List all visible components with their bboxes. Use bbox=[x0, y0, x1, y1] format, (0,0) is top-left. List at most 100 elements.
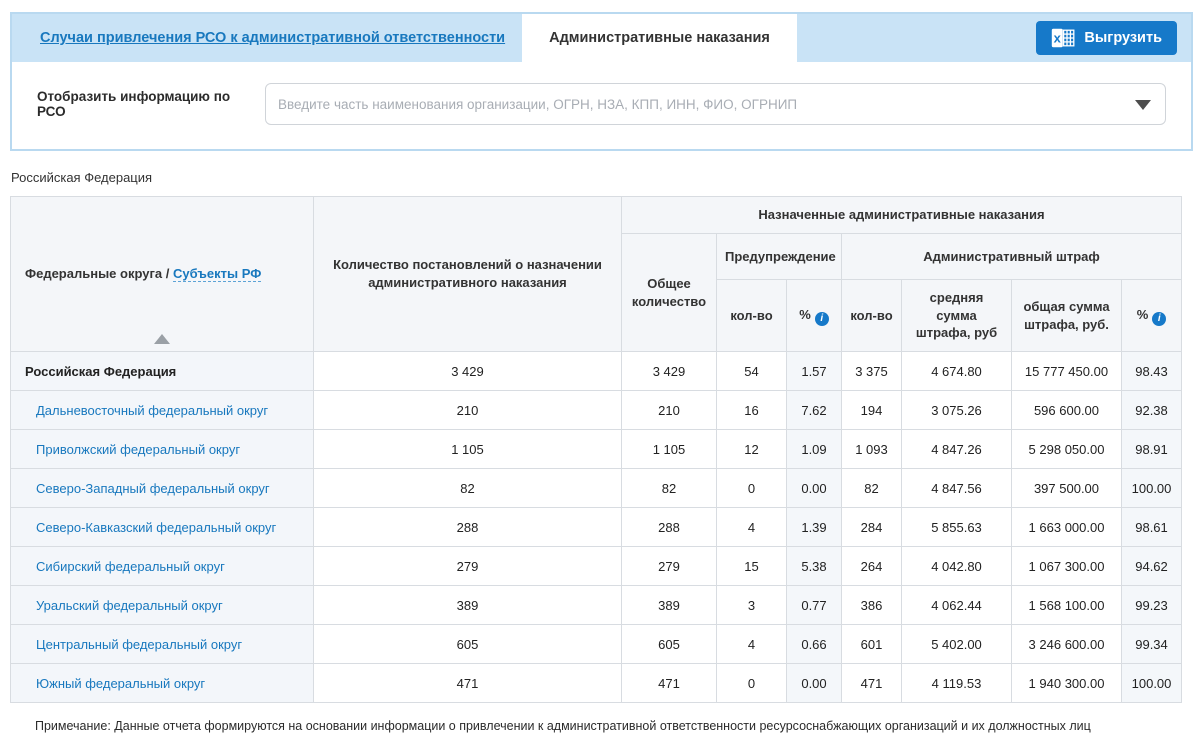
info-icon[interactable] bbox=[815, 312, 829, 326]
region-link[interactable]: Приволжский федеральный округ bbox=[36, 442, 240, 457]
region-cell: Северо-Кавказский федеральный округ bbox=[11, 508, 314, 547]
value-cell: 471 bbox=[842, 664, 902, 703]
region-link[interactable]: Дальневосточный федеральный округ bbox=[36, 403, 268, 418]
region-cell: Приволжский федеральный округ bbox=[11, 430, 314, 469]
filter-panel: Случаи привлечения РСО к административно… bbox=[10, 12, 1193, 151]
excel-icon: x bbox=[1051, 28, 1075, 48]
rso-filter-label: Отобразить информацию по РСО bbox=[37, 89, 265, 119]
value-cell: 1.57 bbox=[787, 352, 842, 391]
export-button[interactable]: x Выгрузить bbox=[1036, 21, 1177, 55]
value-cell: 5.38 bbox=[787, 547, 842, 586]
value-cell: 0 bbox=[717, 469, 787, 508]
header-fine-percent: % bbox=[1122, 280, 1182, 352]
value-cell: 7.62 bbox=[787, 391, 842, 430]
breadcrumb: Российская Федерация bbox=[11, 170, 1193, 185]
rso-combobox bbox=[265, 83, 1166, 125]
value-cell: 605 bbox=[314, 625, 622, 664]
value-cell: 3 246 600.00 bbox=[1012, 625, 1122, 664]
table-body: Российская Федерация3 4293 429541.573 37… bbox=[11, 352, 1182, 703]
tab-cases[interactable]: Случаи привлечения РСО к административно… bbox=[40, 14, 505, 62]
region-link[interactable]: Южный федеральный округ bbox=[36, 676, 205, 691]
region-link[interactable]: Уральский федеральный округ bbox=[36, 598, 223, 613]
value-cell: 264 bbox=[842, 547, 902, 586]
table-row: Приволжский федеральный округ1 1051 1051… bbox=[11, 430, 1182, 469]
header-warning-percent: % bbox=[787, 280, 842, 352]
tab-cases-link[interactable]: Случаи привлечения РСО к административно… bbox=[40, 30, 505, 46]
value-cell: 210 bbox=[622, 391, 717, 430]
rso-search-input[interactable] bbox=[265, 83, 1166, 125]
value-cell: 601 bbox=[842, 625, 902, 664]
sort-asc-icon[interactable] bbox=[154, 334, 170, 344]
table-row: Российская Федерация3 4293 429541.573 37… bbox=[11, 352, 1182, 391]
value-cell: 1 940 300.00 bbox=[1012, 664, 1122, 703]
value-cell: 605 bbox=[622, 625, 717, 664]
header-group-assigned: Назначенные административные наказания bbox=[622, 197, 1182, 234]
value-cell: 194 bbox=[842, 391, 902, 430]
penalties-table: Федеральные округа / Субъекты РФ Количес… bbox=[10, 196, 1182, 703]
value-cell: 92.38 bbox=[1122, 391, 1182, 430]
rso-filter-row: Отобразить информацию по РСО bbox=[12, 62, 1191, 149]
region-cell: Российская Федерация bbox=[11, 352, 314, 391]
value-cell: 397 500.00 bbox=[1012, 469, 1122, 508]
value-cell: 100.00 bbox=[1122, 469, 1182, 508]
value-cell: 5 298 050.00 bbox=[1012, 430, 1122, 469]
value-cell: 99.34 bbox=[1122, 625, 1182, 664]
region-link[interactable]: Северо-Западный федеральный округ bbox=[36, 481, 270, 496]
table-row: Дальневосточный федеральный округ2102101… bbox=[11, 391, 1182, 430]
value-cell: 210 bbox=[314, 391, 622, 430]
table-row: Центральный федеральный округ60560540.66… bbox=[11, 625, 1182, 664]
table-row: Северо-Западный федеральный округ828200.… bbox=[11, 469, 1182, 508]
region-cell: Сибирский федеральный округ bbox=[11, 547, 314, 586]
value-cell: 1.39 bbox=[787, 508, 842, 547]
value-cell: 98.91 bbox=[1122, 430, 1182, 469]
value-cell: 471 bbox=[314, 664, 622, 703]
value-cell: 99.23 bbox=[1122, 586, 1182, 625]
value-cell: 82 bbox=[622, 469, 717, 508]
region-link[interactable]: Сибирский федеральный округ bbox=[36, 559, 225, 574]
table-row: Северо-Кавказский федеральный округ 288 28… bbox=[11, 508, 1182, 547]
value-cell: 389 bbox=[314, 586, 622, 625]
value-cell: 4 bbox=[717, 508, 787, 547]
value-cell: 1.09 bbox=[787, 430, 842, 469]
value-cell: 4 674.80 bbox=[902, 352, 1012, 391]
region-cell: Северо-Западный федеральный округ bbox=[11, 469, 314, 508]
value-cell: 3 429 bbox=[314, 352, 622, 391]
value-cell: 5 402.00 bbox=[902, 625, 1012, 664]
value-cell: 12 bbox=[717, 430, 787, 469]
svg-text:x: x bbox=[1054, 31, 1062, 46]
value-cell: 284 bbox=[842, 508, 902, 547]
value-cell: 4 847.26 bbox=[902, 430, 1012, 469]
value-cell: 94.62 bbox=[1122, 547, 1182, 586]
value-cell: 100.00 bbox=[1122, 664, 1182, 703]
value-cell: 82 bbox=[842, 469, 902, 508]
region-cell: Дальневосточный федеральный округ bbox=[11, 391, 314, 430]
value-cell: 4 847.56 bbox=[902, 469, 1012, 508]
value-cell: 5 855.63 bbox=[902, 508, 1012, 547]
value-cell: 3 bbox=[717, 586, 787, 625]
value-cell: 15 bbox=[717, 547, 787, 586]
value-cell: 98.61 bbox=[1122, 508, 1182, 547]
value-cell: 279 bbox=[314, 547, 622, 586]
header-resolutions: Количество постановлений о назначении ад… bbox=[314, 197, 622, 352]
header-subjects-link[interactable]: Субъекты РФ bbox=[173, 266, 261, 282]
value-cell: 82 bbox=[314, 469, 622, 508]
value-cell: 279 bbox=[622, 547, 717, 586]
region-cell: Центральный федеральный округ bbox=[11, 625, 314, 664]
header-group-fine: Административный штраф bbox=[842, 234, 1182, 280]
value-cell: 0.66 bbox=[787, 625, 842, 664]
header-region-label: Федеральные округа / bbox=[25, 266, 173, 281]
value-cell: 4 042.80 bbox=[902, 547, 1012, 586]
value-cell: 3 375 bbox=[842, 352, 902, 391]
export-button-label: Выгрузить bbox=[1084, 30, 1162, 46]
region-link[interactable]: Северо-Кавказский федеральный округ bbox=[36, 520, 276, 535]
region-cell: Уральский федеральный округ bbox=[11, 586, 314, 625]
value-cell: 1 568 100.00 bbox=[1012, 586, 1122, 625]
value-cell: 471 bbox=[622, 664, 717, 703]
report-note: Примечание: Данные отчета формируются на… bbox=[10, 703, 1193, 747]
value-cell: 288 bbox=[314, 508, 622, 547]
tab-penalties-active[interactable]: Административные наказания bbox=[522, 14, 797, 62]
info-icon[interactable] bbox=[1152, 312, 1166, 326]
value-cell: 16 bbox=[717, 391, 787, 430]
chevron-down-icon[interactable] bbox=[1135, 100, 1151, 110]
region-link[interactable]: Центральный федеральный округ bbox=[36, 637, 242, 652]
